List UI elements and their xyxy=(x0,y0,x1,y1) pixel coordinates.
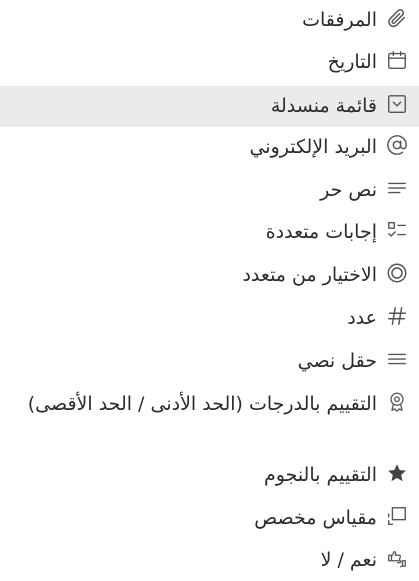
menu-item-label: المرفقات xyxy=(302,9,377,31)
menu-item-multiple-answers[interactable]: إجابات متعددة xyxy=(0,216,419,250)
checklist-icon xyxy=(383,216,411,244)
radio-icon xyxy=(383,259,411,287)
menu-item-star-rating[interactable]: التقييم بالنجوم xyxy=(0,459,419,493)
menu-item-label: قائمة منسدلة xyxy=(270,95,377,117)
award-icon xyxy=(383,388,411,416)
menu-item-label: الاختيار من متعدد xyxy=(242,264,377,286)
dropdown-icon xyxy=(383,90,411,118)
menu-item-label: التقييم بالنجوم xyxy=(263,464,377,486)
menu-item-rating-scale[interactable]: التقييم بالدرجات (الحد الأدنى / الحد الأ… xyxy=(0,388,419,454)
menu-item-number[interactable]: عدد xyxy=(0,302,419,336)
menu-item-label: نعم / لا xyxy=(320,549,377,571)
menu-item-label: مقياس مخصص xyxy=(254,507,377,529)
thumbs-icon xyxy=(383,544,411,572)
menu-item-custom-scale[interactable]: مقياس مخصص xyxy=(0,502,419,536)
menu-item-label: نص حر xyxy=(320,179,377,201)
menu-item-label: عدد xyxy=(347,307,377,329)
menu-item-multiple-choice[interactable]: الاختيار من متعدد xyxy=(0,259,419,293)
menu-item-dropdown[interactable]: قائمة منسدلة xyxy=(0,86,419,127)
text-lines-icon xyxy=(383,174,411,202)
menu-item-free-text[interactable]: نص حر xyxy=(0,174,419,208)
calendar-icon xyxy=(383,46,411,74)
menu-item-label: حقل نصي xyxy=(297,350,377,372)
star-icon xyxy=(383,459,411,487)
menu-item-label: البريد الإلكتروني xyxy=(249,136,378,158)
at-sign-icon xyxy=(383,131,411,159)
menu-item-label: التقييم بالدرجات (الحد الأدنى / الحد الأ… xyxy=(27,393,377,415)
hash-icon xyxy=(383,302,411,330)
menu-item-attachments[interactable]: المرفقات xyxy=(0,4,419,38)
text-field-icon xyxy=(383,345,411,373)
menu-item-label: إجابات متعددة xyxy=(265,221,377,243)
custom-scale-icon xyxy=(383,502,411,530)
field-type-menu: المرفقات التاريخ قائمة منسدلة البريد الإ… xyxy=(0,0,419,581)
menu-item-label: التاريخ xyxy=(327,51,377,73)
menu-item-date[interactable]: التاريخ xyxy=(0,46,419,80)
paperclip-icon xyxy=(383,4,411,32)
menu-item-email[interactable]: البريد الإلكتروني xyxy=(0,131,419,165)
menu-item-text-field[interactable]: حقل نصي xyxy=(0,345,419,379)
menu-item-yes-no[interactable]: نعم / لا xyxy=(0,544,419,578)
